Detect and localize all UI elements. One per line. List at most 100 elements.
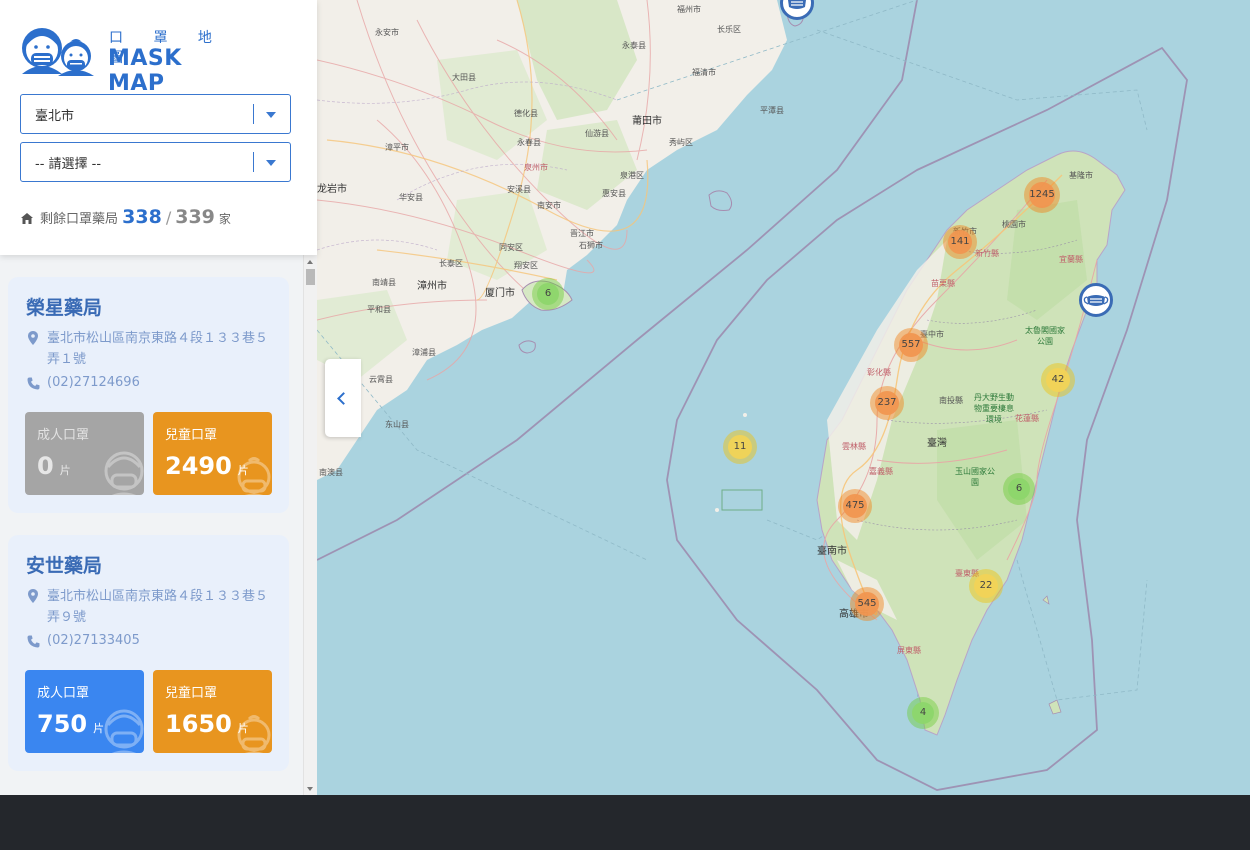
child-mask-face-icon	[237, 457, 271, 495]
cluster-marker[interactable]: 4	[907, 697, 939, 729]
city-select[interactable]: 臺北市	[20, 94, 291, 134]
cluster-marker[interactable]: 557	[894, 328, 928, 362]
map-label: 嘉義縣	[869, 467, 893, 476]
map-label: 基隆市	[1069, 171, 1093, 180]
home-icon	[21, 213, 33, 224]
chevron-down-icon	[266, 160, 276, 166]
pharmacy-phone[interactable]: (02)27133405	[47, 633, 140, 648]
cluster-marker[interactable]: 1245	[1024, 177, 1060, 213]
scroll-up-icon[interactable]	[307, 260, 313, 264]
map-label: 同安区	[499, 243, 523, 252]
map-label: 臺灣	[927, 438, 947, 449]
map-label: 臺南市	[817, 546, 847, 557]
map-label: 云霄县	[369, 375, 393, 384]
cluster-marker[interactable]: 42	[1041, 363, 1075, 397]
count-unit: 家	[218, 212, 231, 226]
count-separator: /	[165, 208, 172, 227]
map-view[interactable]: 福州市 永泰县 长乐区 福清市 平潭县 大田县 德化县 仙游县 莆田市 秀屿区 …	[317, 0, 1250, 795]
map-label: 永泰县	[622, 41, 646, 50]
child-mask-tile: 兒童口罩 1650 片	[153, 670, 272, 753]
map-label: 安溪县	[507, 185, 531, 194]
chevron-down-icon	[266, 112, 276, 118]
cluster-marker[interactable]: 141	[943, 225, 977, 259]
cluster-marker[interactable]: 545	[850, 587, 884, 621]
collapse-sidebar-button[interactable]	[325, 359, 361, 437]
pharmacy-phone[interactable]: (02)27124696	[47, 375, 140, 390]
phone-icon	[27, 635, 40, 648]
district-select-value: -- 請選擇 --	[35, 157, 102, 172]
scroll-down-icon[interactable]	[307, 787, 313, 791]
pharmacy-count: 剩餘口罩藥局 338/339 家	[20, 206, 231, 228]
map-label: 平和县	[367, 305, 391, 314]
cluster-marker[interactable]: 237	[870, 386, 904, 420]
map-label: 龙岩市	[317, 184, 347, 195]
map-label: 太魯閣國家公園	[1025, 326, 1065, 346]
scrollbar[interactable]	[303, 255, 317, 795]
map-label: 永春县	[517, 138, 541, 147]
map-basemap	[317, 0, 1188, 791]
map-label: 屏東縣	[897, 646, 921, 655]
map-label: 玉山國家公園	[955, 467, 995, 487]
map-label: 华安县	[399, 193, 423, 202]
map-label: 南投縣	[939, 396, 963, 405]
map-label: 南靖县	[372, 278, 396, 287]
map-label: 惠安县	[602, 189, 626, 198]
map-label: 漳浦县	[412, 348, 436, 357]
pharmacy-card[interactable]: 榮星藥局 臺北市松山區南京東路４段１３３巷５弄１號 (02)27124696 成…	[8, 277, 289, 513]
sidebar: 口 罩 地 圖 MASK MAP 臺北市 -- 請選擇 -- 剩餘口罩藥局 33…	[0, 0, 317, 795]
map-label: 德化县	[514, 109, 538, 118]
map-label: 南安市	[537, 201, 561, 210]
adult-mask-label: 成人口罩	[37, 686, 90, 701]
cluster-marker[interactable]: 475	[838, 489, 872, 523]
map-label: 泉港区	[620, 171, 644, 180]
map-label: 东山县	[385, 420, 409, 429]
map-label: 永安市	[375, 28, 399, 37]
logo[interactable]: 口 罩 地 圖 MASK MAP	[20, 22, 240, 96]
map-label: 厦门市	[485, 288, 515, 299]
chevron-left-icon	[337, 392, 350, 405]
cluster-marker[interactable]: 11	[723, 430, 757, 464]
adult-mask-count: 0片	[37, 452, 71, 480]
map-label: 彰化縣	[867, 368, 891, 377]
map-label: 漳平市	[385, 143, 409, 152]
map-label: 翔安区	[514, 261, 538, 270]
adult-mask-face-icon	[104, 451, 144, 495]
adult-mask-face-icon	[104, 709, 144, 753]
map-label: 泉州市	[524, 163, 548, 172]
child-mask-label: 兒童口罩	[165, 428, 218, 443]
map-label: 晋江市	[570, 229, 594, 238]
district-select[interactable]: -- 請選擇 --	[20, 142, 291, 182]
pharmacy-card[interactable]: 安世藥局 臺北市松山區南京東路４段１３３巷５弄９號 (02)27133405 成…	[8, 535, 289, 771]
map-label: 平潭县	[760, 106, 784, 115]
pharmacy-count-label: 剩餘口罩藥局	[40, 212, 119, 227]
pharmacy-name: 榮星藥局	[26, 297, 103, 319]
cluster-marker[interactable]: 22	[969, 569, 1003, 603]
mask-icon	[1083, 295, 1109, 306]
scrollbar-thumb[interactable]	[306, 269, 315, 285]
map-label: 丹大野生動物重要棲息環境	[974, 393, 1014, 424]
pharmacy-list[interactable]: 榮星藥局 臺北市松山區南京東路４段１３３巷５弄１號 (02)27124696 成…	[0, 255, 303, 795]
phone-icon	[27, 377, 40, 390]
cluster-marker[interactable]: 6	[1003, 473, 1035, 505]
footer-bar	[0, 795, 1250, 850]
map-label: 莆田市	[632, 116, 662, 127]
adult-mask-count: 750 片	[37, 710, 105, 738]
sidebar-header: 口 罩 地 圖 MASK MAP 臺北市 -- 請選擇 -- 剩餘口罩藥局 33…	[0, 0, 317, 255]
map-label: 秀屿区	[669, 138, 693, 147]
pharmacy-address: 臺北市松山區南京東路４段１３３巷５弄１號	[47, 331, 269, 367]
map-label: 新竹縣	[975, 249, 999, 258]
map-label: 仙游县	[585, 129, 609, 138]
map-label: 大田县	[452, 73, 476, 82]
adult-mask-label: 成人口罩	[37, 428, 90, 443]
map-label: 福州市	[677, 5, 701, 14]
map-label: 福清市	[692, 68, 716, 77]
child-mask-label: 兒童口罩	[165, 686, 218, 701]
adult-mask-tile: 成人口罩 0片	[25, 412, 144, 495]
city-select-value: 臺北市	[35, 109, 75, 124]
map-label: 长乐区	[717, 25, 741, 34]
logo-title: MASK MAP	[108, 46, 182, 96]
available-count: 338	[122, 206, 162, 228]
pharmacy-marker[interactable]	[1079, 283, 1113, 317]
cluster-marker[interactable]: 6	[532, 278, 564, 310]
map-label: 长泰区	[439, 259, 463, 268]
